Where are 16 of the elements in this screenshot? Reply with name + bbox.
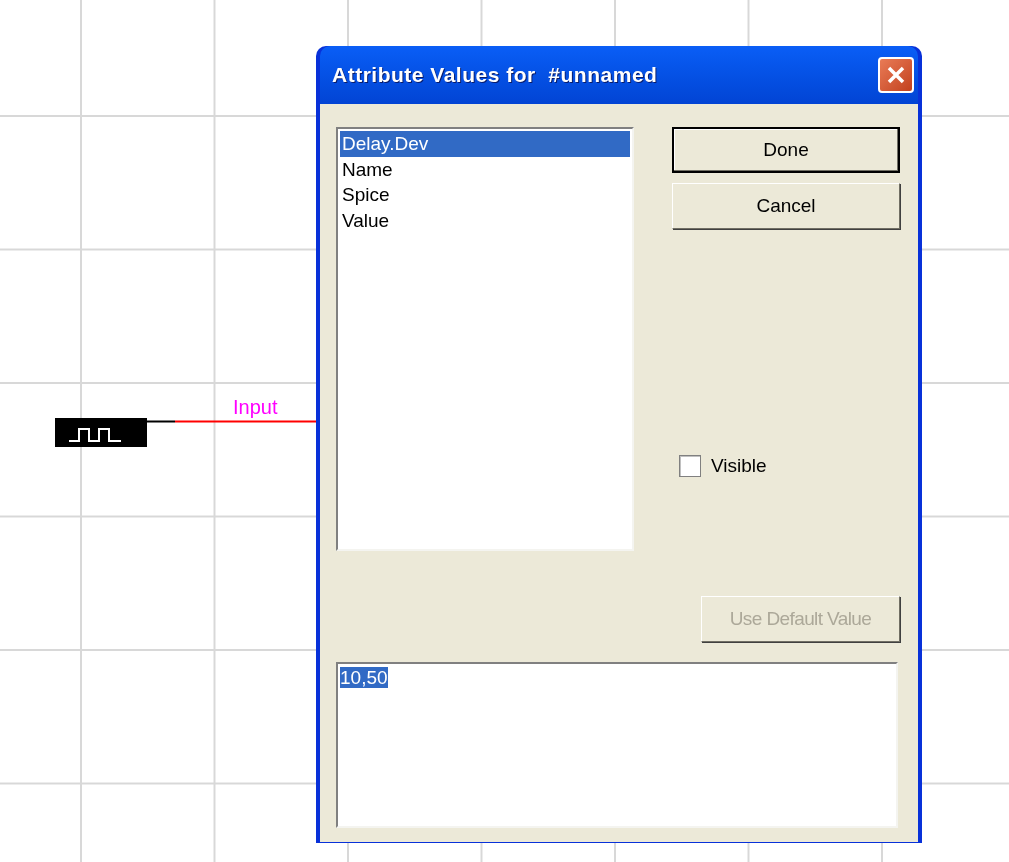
attribute-list-item[interactable]: Name xyxy=(340,156,630,182)
checkbox-label: Visible xyxy=(711,454,767,478)
attribute-list-item[interactable]: Delay.Dev xyxy=(340,131,630,157)
close-icon xyxy=(887,66,905,84)
value-field[interactable]: 10,50 xyxy=(336,662,898,828)
window-title: Attribute Values for #unnamed xyxy=(332,62,658,89)
attribute-list[interactable]: Delay.Dev Name Spice Value xyxy=(336,127,634,551)
done-button[interactable]: Done xyxy=(672,127,900,173)
wire-label: Input xyxy=(233,395,278,420)
attribute-list-item[interactable]: Value xyxy=(340,207,630,233)
pulse-source-icon xyxy=(55,416,148,447)
attribute-list-item[interactable]: Spice xyxy=(340,182,630,208)
cancel-button[interactable]: Cancel xyxy=(672,183,900,229)
close-button[interactable] xyxy=(878,57,914,93)
value-text: 10,50 xyxy=(340,667,388,688)
visible-checkbox[interactable] xyxy=(679,455,701,478)
